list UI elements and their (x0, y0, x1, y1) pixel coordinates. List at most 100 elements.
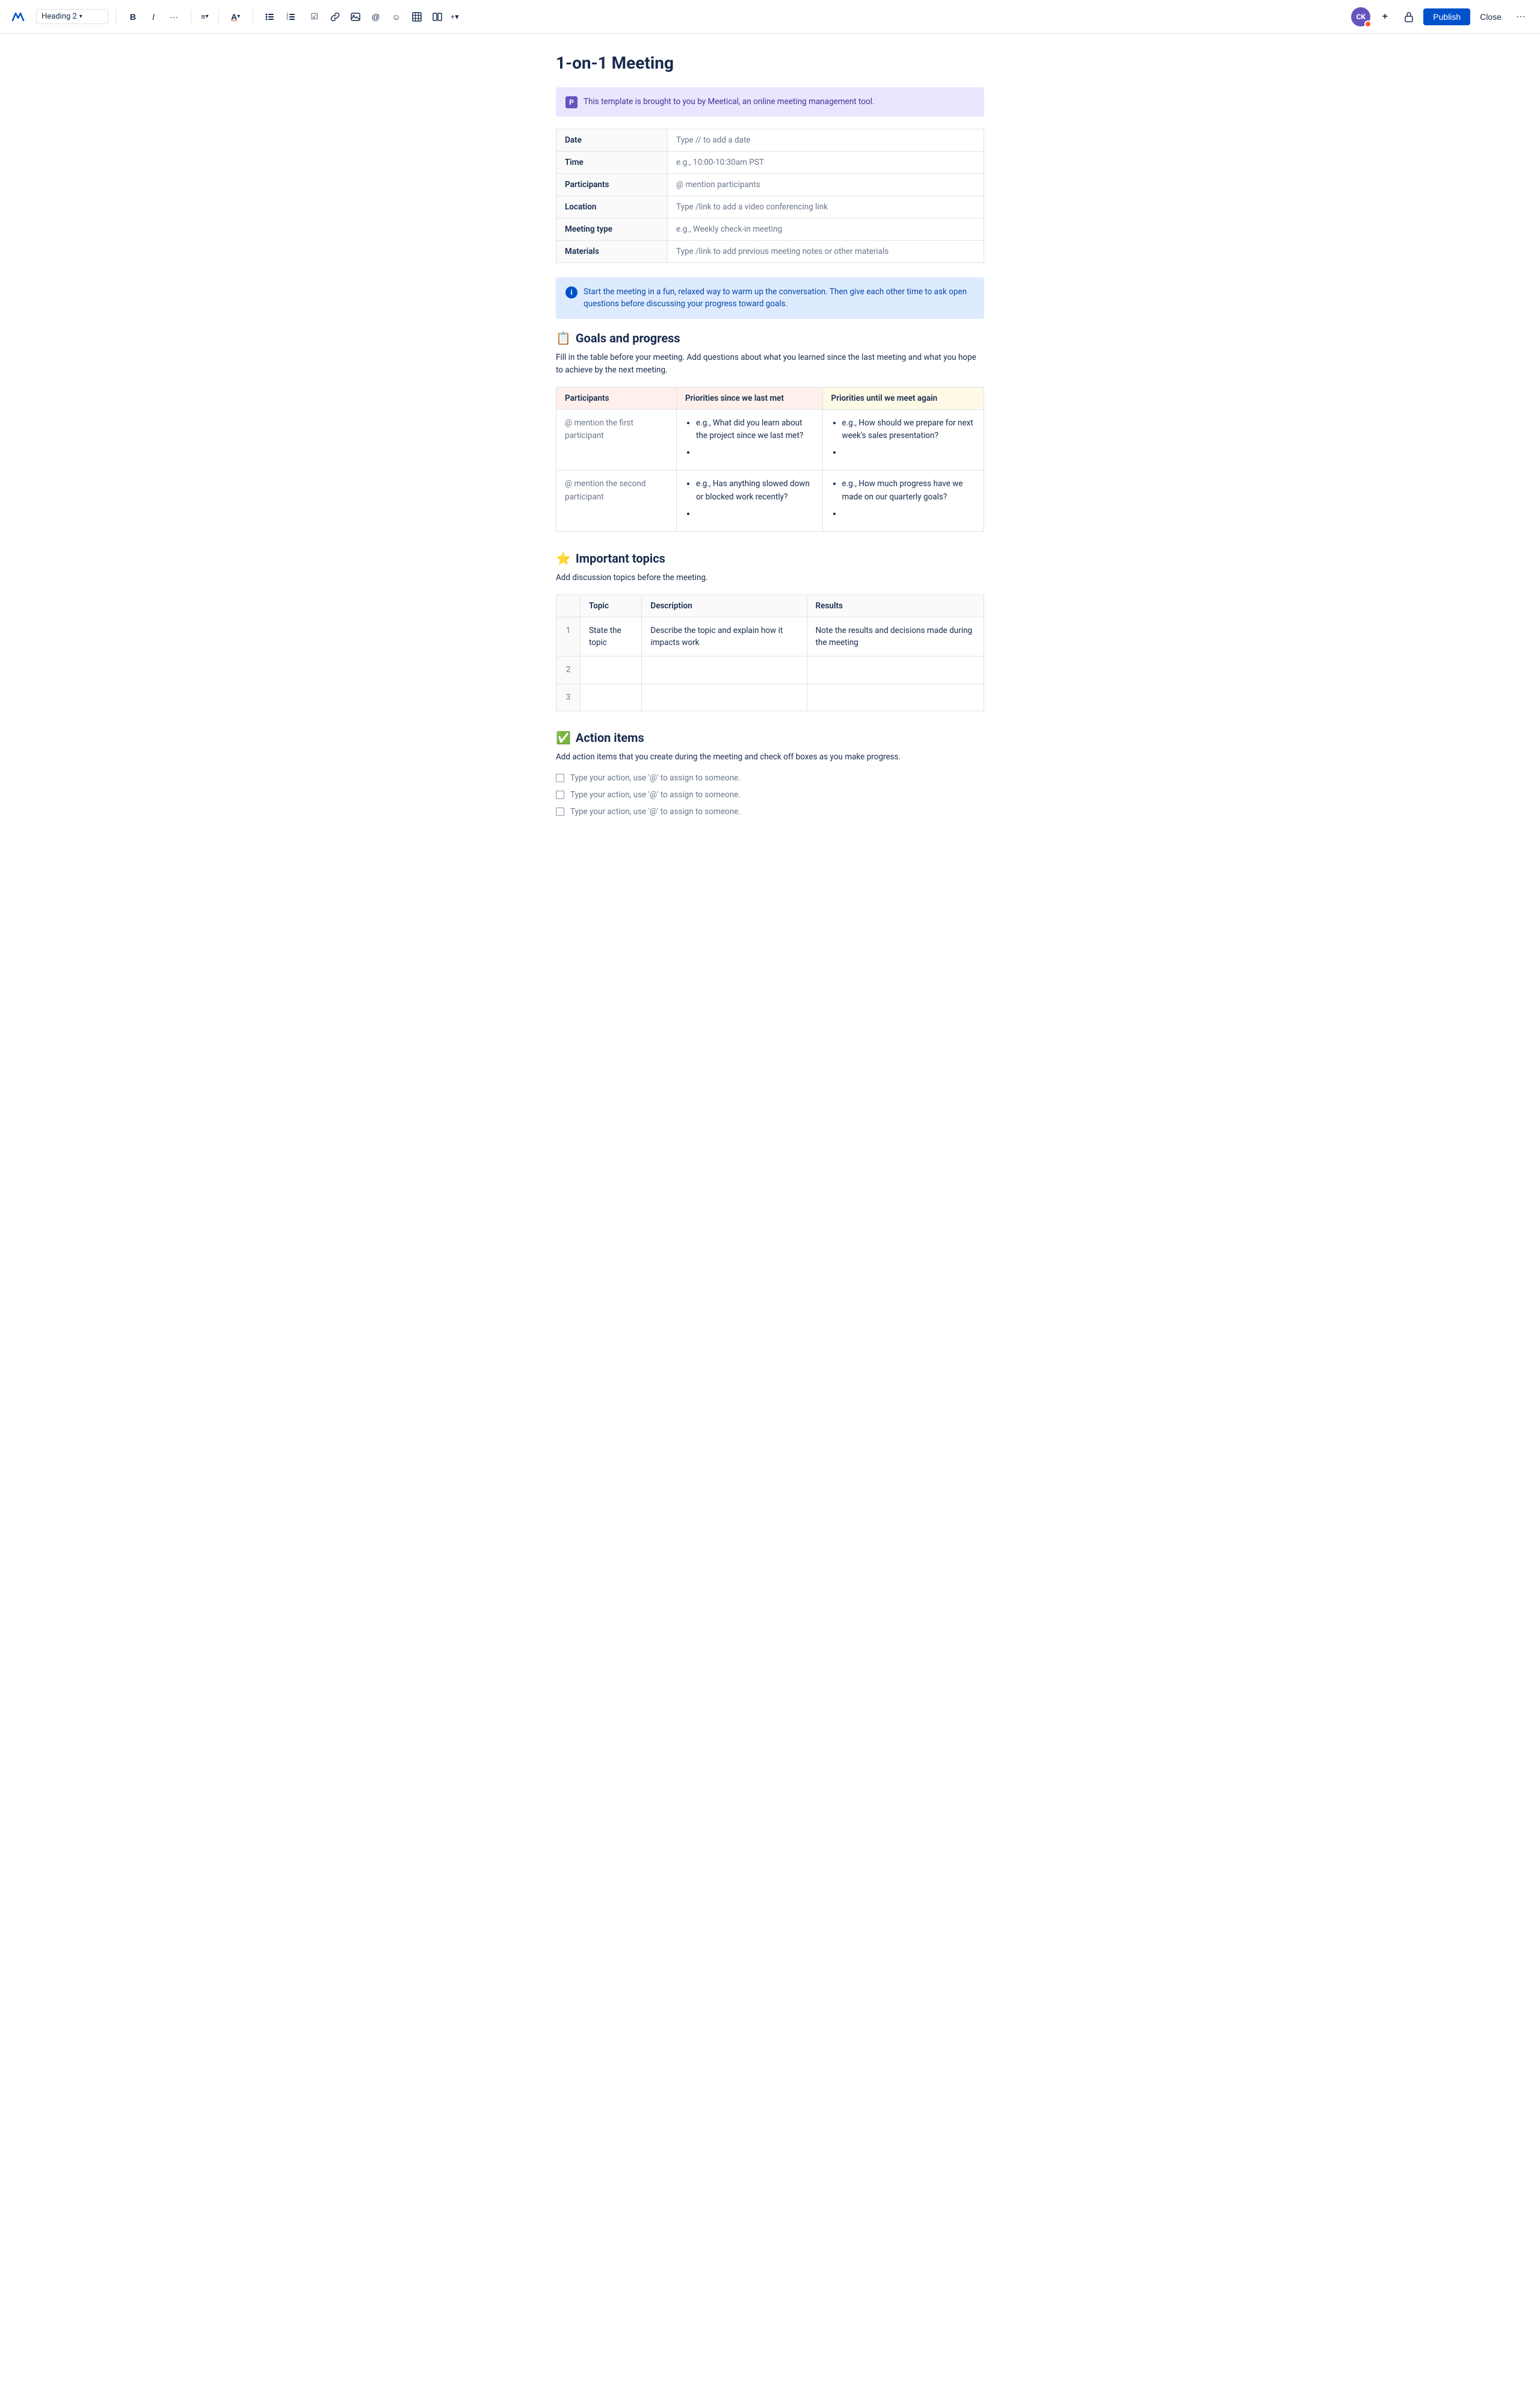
goals-until[interactable]: e.g., How much progress have we made on … (822, 471, 984, 532)
actions-description: Add action items that you create during … (556, 751, 984, 764)
action-item-text[interactable]: Type your action, use '@' to assign to s… (570, 790, 741, 800)
action-checkbox-1[interactable] (556, 774, 564, 782)
meeting-info-label: Participants (556, 174, 668, 196)
template-notice-text: This template is brought to you by Meeti… (584, 96, 875, 108)
topics-col-num (556, 594, 581, 617)
topics-cell-description[interactable] (642, 656, 807, 684)
bullet-list-button[interactable] (260, 7, 280, 26)
numbered-list-button[interactable]: 1. 2. 3. (281, 7, 300, 26)
goals-since[interactable]: e.g., What did you learn about the proje… (677, 409, 823, 471)
topics-row-num: 3 (556, 684, 581, 711)
goals-until[interactable]: e.g., How should we prepare for next wee… (822, 409, 984, 471)
link-button[interactable] (325, 7, 345, 26)
template-notice: P This template is brought to you by Mee… (556, 87, 984, 117)
warmup-tip-text: Start the meeting in a fun, relaxed way … (584, 286, 975, 310)
toolbar: Heading 2 ▾ B I ··· ≡ ▾ A ▾ (0, 0, 1540, 34)
text-color-button[interactable]: A ▾ (226, 7, 245, 26)
avatar[interactable]: CK (1351, 7, 1370, 26)
lock-button[interactable] (1399, 7, 1418, 26)
goals-description: Fill in the table before your meeting. A… (556, 351, 984, 377)
goals-since[interactable]: e.g., Has anything slowed down or blocke… (677, 471, 823, 532)
topics-table-row: 3 (556, 684, 984, 711)
goals-table-row: @ mention the first participant e.g., Wh… (556, 409, 984, 471)
topics-table-row: 1 State the topic Describe the topic and… (556, 617, 984, 656)
heading-selector[interactable]: Heading 2 ▾ (36, 9, 108, 24)
add-collaborator-button[interactable]: + (1375, 7, 1394, 26)
more-insert-button[interactable]: +▾ (448, 7, 461, 26)
template-icon: P (565, 96, 578, 108)
meeting-info-row: Materials Type /link to add previous mee… (556, 241, 984, 263)
topics-col-topic: Topic (581, 594, 642, 617)
publish-button[interactable]: Publish (1423, 8, 1470, 25)
align-button[interactable]: ≡ ▾ (199, 7, 211, 26)
avatar-badge (1364, 20, 1372, 28)
meeting-info-label: Meeting type (556, 218, 668, 241)
mention-button[interactable]: @ (366, 7, 386, 26)
image-button[interactable] (346, 7, 365, 26)
italic-button[interactable]: I (144, 7, 163, 26)
meeting-info-value[interactable]: Type /link to add a video conferencing l… (668, 196, 984, 218)
goals-emoji: 📋 (556, 331, 571, 345)
topics-cell-results[interactable] (807, 684, 984, 711)
meeting-info-value[interactable]: Type /link to add previous meeting notes… (668, 241, 984, 263)
topics-cell-topic[interactable]: State the topic (581, 617, 642, 656)
action-item-text[interactable]: Type your action, use '@' to assign to s… (570, 807, 741, 817)
list-group: 1. 2. 3. (260, 7, 300, 26)
app-logo[interactable] (10, 8, 26, 25)
goals-heading: 📋 Goals and progress (556, 331, 984, 345)
meeting-info-label: Date (556, 129, 668, 152)
action-item: Type your action, use '@' to assign to s… (556, 807, 984, 817)
action-item: Type your action, use '@' to assign to s… (556, 790, 984, 800)
topics-cell-topic[interactable] (581, 684, 642, 711)
goals-col-participants: Participants (556, 387, 677, 409)
meeting-info-value[interactable]: e.g., Weekly check-in meeting (668, 218, 984, 241)
svg-text:3.: 3. (286, 17, 289, 21)
topics-row-num: 1 (556, 617, 581, 656)
goals-table-row: @ mention the second participant e.g., H… (556, 471, 984, 532)
more-text-button[interactable]: ··· (164, 7, 183, 26)
page-title[interactable]: 1-on-1 Meeting (556, 53, 984, 73)
topics-cell-topic[interactable] (581, 656, 642, 684)
priority-item: e.g., How should we prepare for next wee… (842, 417, 975, 443)
topics-cell-description[interactable] (642, 684, 807, 711)
meeting-info-row: Participants @ mention participants (556, 174, 984, 196)
meeting-info-row: Time e.g., 10:00-10:30am PST (556, 152, 984, 174)
meeting-info-value[interactable]: e.g., 10:00-10:30am PST (668, 152, 984, 174)
chevron-down-icon: ▾ (79, 13, 82, 20)
goals-heading-text: Goals and progress (576, 331, 680, 345)
topics-row-num: 2 (556, 656, 581, 684)
checkbox-button[interactable]: ☑ (305, 7, 324, 26)
topics-table-row: 2 (556, 656, 984, 684)
info-icon: i (565, 286, 578, 298)
bold-button[interactable]: B (123, 7, 143, 26)
goals-participant[interactable]: @ mention the first participant (556, 409, 677, 471)
topics-cell-results[interactable] (807, 656, 984, 684)
main-content: 1-on-1 Meeting P This template is brough… (541, 34, 999, 872)
topics-description: Add discussion topics before the meeting… (556, 572, 984, 585)
action-checkbox-2[interactable] (556, 791, 564, 799)
toolbar-right: CK + Publish Close ··· (1351, 7, 1530, 26)
columns-button[interactable] (428, 7, 447, 26)
warmup-tip: i Start the meeting in a fun, relaxed wa… (556, 277, 984, 319)
goals-col-since: Priorities since we last met (677, 387, 823, 409)
more-options-button[interactable]: ··· (1511, 7, 1530, 26)
topics-col-results: Results (807, 594, 984, 617)
goals-table: Participants Priorities since we last me… (556, 387, 984, 533)
priority-empty-item (696, 446, 814, 460)
action-item: Type your action, use '@' to assign to s… (556, 773, 984, 783)
meeting-info-value[interactable]: @ mention participants (668, 174, 984, 196)
meeting-info-row: Meeting type e.g., Weekly check-in meeti… (556, 218, 984, 241)
close-button[interactable]: Close (1475, 8, 1506, 25)
meeting-info-value[interactable]: Type // to add a date (668, 129, 984, 152)
action-checkbox-3[interactable] (556, 807, 564, 816)
priority-item: e.g., How much progress have we made on … (842, 478, 975, 504)
action-item-text[interactable]: Type your action, use '@' to assign to s… (570, 773, 741, 783)
table-button[interactable] (407, 7, 427, 26)
actions-heading: ✅ Action items (556, 730, 984, 745)
priority-item: e.g., What did you learn about the proje… (696, 417, 814, 443)
topics-cell-description[interactable]: Describe the topic and explain how it im… (642, 617, 807, 656)
emoji-button[interactable]: ☺ (387, 7, 406, 26)
topics-cell-results[interactable]: Note the results and decisions made duri… (807, 617, 984, 656)
goals-participant[interactable]: @ mention the second participant (556, 471, 677, 532)
toolbar-divider-3 (218, 10, 219, 24)
